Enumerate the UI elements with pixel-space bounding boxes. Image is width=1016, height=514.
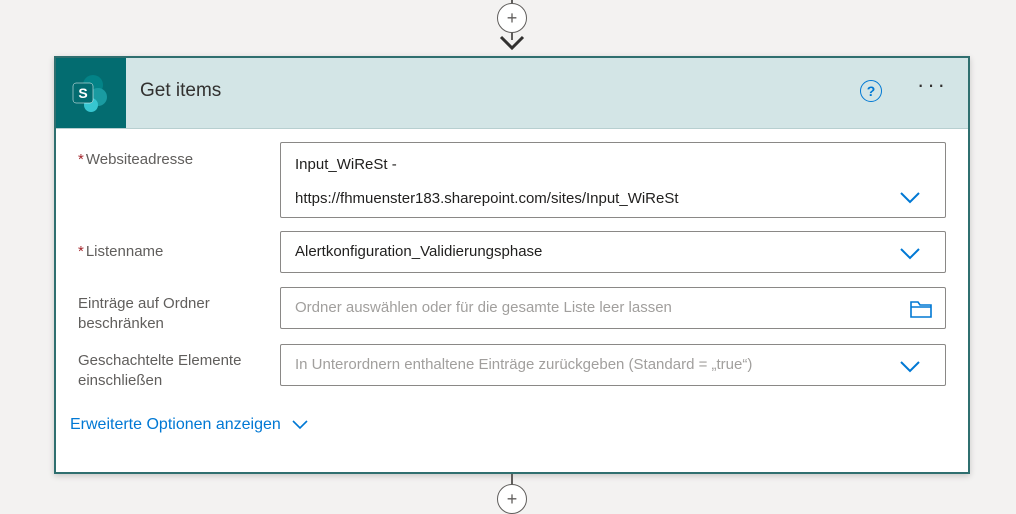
nested-items-placeholder: In Unterordnern enthaltene Einträge zurü… [295, 356, 753, 373]
card-title[interactable]: Get items [140, 80, 221, 102]
required-marker: * [78, 243, 84, 260]
chevron-down-icon[interactable] [899, 191, 921, 205]
chevron-down-icon [292, 420, 308, 430]
add-step-button-top[interactable]: + [497, 3, 527, 33]
folder-label-line1: Einträge auf Ordner [78, 295, 210, 312]
sharepoint-icon: S [72, 75, 107, 112]
chevron-down-icon[interactable] [899, 360, 921, 374]
nested-items-label-line1: Geschachtelte Elemente [78, 352, 242, 369]
site-address-label-text: Websiteadresse [85, 151, 194, 168]
required-marker: * [78, 151, 84, 168]
folder-input[interactable]: Ordner auswählen oder für die gesamte Li… [280, 287, 946, 329]
help-button[interactable]: ? [860, 80, 882, 102]
sharepoint-app-tile: S [56, 58, 126, 128]
folder-placeholder: Ordner auswählen oder für die gesamte Li… [295, 299, 672, 316]
nested-items-label-line2: einschließen [78, 372, 163, 389]
list-name-dropdown[interactable]: Alertkonfiguration_Validierungsphase [280, 231, 946, 273]
card-header[interactable]: S Get items ? ··· [56, 58, 968, 129]
folder-label: Einträge auf Ordner beschränken [78, 294, 210, 334]
question-mark-icon: ? [866, 83, 876, 99]
site-address-value-line2: https://fhmuenster183.sharepoint.com/sit… [295, 190, 679, 207]
get-items-action-card: S Get items ? ··· * Websiteadresse Input_… [54, 56, 970, 474]
more-options-button[interactable]: ··· [917, 74, 948, 96]
list-name-value: Alertkonfiguration_Validierungsphase [295, 243, 543, 260]
site-address-value-line1: Input_WiReSt - [295, 156, 397, 173]
folder-label-line2: beschränken [78, 315, 164, 332]
add-step-button-bottom[interactable]: + [497, 484, 527, 514]
plus-icon: + [506, 8, 518, 28]
advanced-options-label: Erweiterte Optionen anzeigen [70, 416, 281, 433]
svg-text:S: S [78, 85, 87, 101]
site-address-label: * Websiteadresse [78, 150, 193, 170]
nested-items-dropdown[interactable]: In Unterordnern enthaltene Einträge zurü… [280, 344, 946, 386]
arrow-down-icon [499, 35, 525, 51]
nested-items-label: Geschachtelte Elemente einschließen [78, 351, 241, 391]
chevron-down-icon[interactable] [899, 247, 921, 261]
list-name-label-text: Listenname [85, 243, 164, 260]
show-advanced-options-link[interactable]: Erweiterte Optionen anzeigen [70, 416, 309, 434]
plus-icon: + [506, 489, 518, 509]
list-name-label: * Listenname [78, 242, 163, 262]
folder-icon[interactable] [909, 299, 933, 319]
site-address-dropdown[interactable]: Input_WiReSt - https://fhmuenster183.sha… [280, 142, 946, 218]
